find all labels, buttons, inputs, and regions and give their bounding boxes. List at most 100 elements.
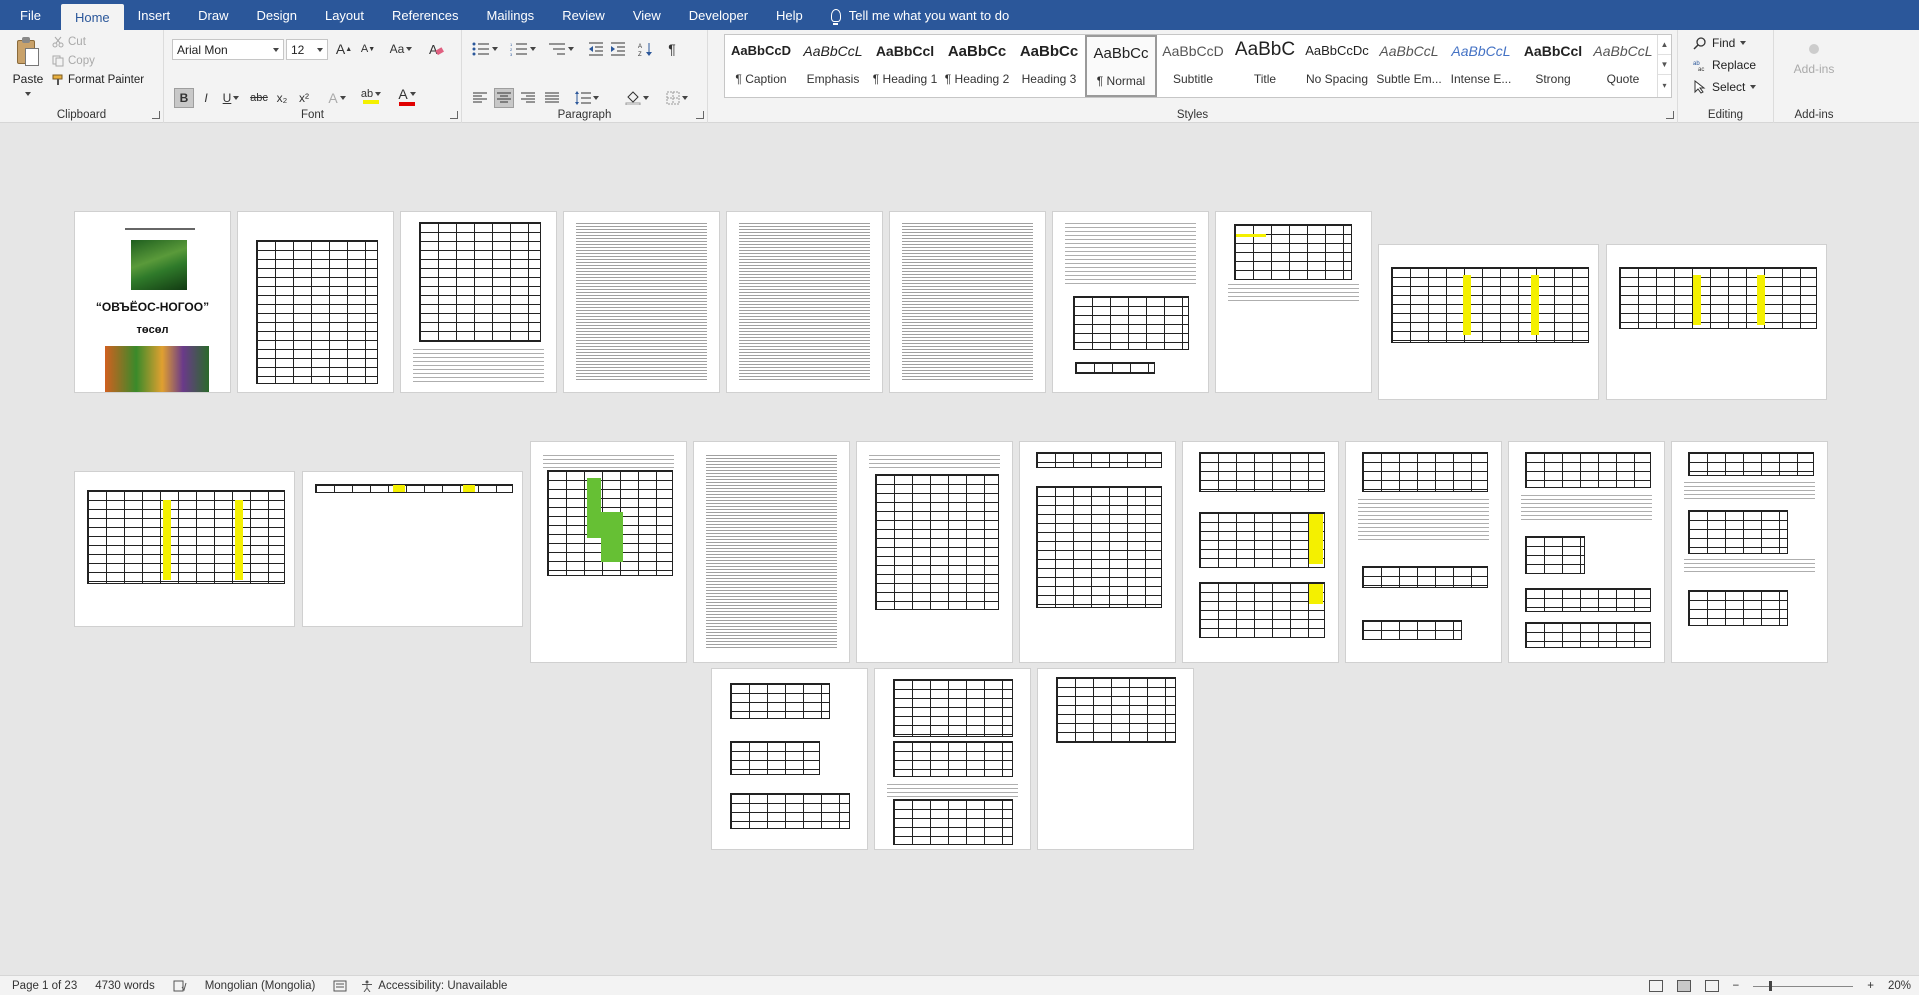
- multilevel-list-button[interactable]: [546, 39, 576, 59]
- language-status[interactable]: Mongolian (Mongolia): [205, 980, 316, 992]
- page-thumbnail[interactable]: [74, 471, 295, 627]
- dialog-launcher-icon[interactable]: [1666, 111, 1674, 119]
- page-thumbnail[interactable]: [1508, 441, 1665, 663]
- tab-insert[interactable]: Insert: [124, 0, 185, 30]
- style-no-spacing[interactable]: AaBbCcDc No Spacing: [1301, 35, 1373, 97]
- shrink-font-button[interactable]: A ▼: [358, 39, 378, 59]
- zoom-in-icon[interactable]: +: [1867, 980, 1874, 992]
- zoom-slider-thumb[interactable]: [1769, 980, 1773, 991]
- read-mode-icon[interactable]: [1648, 980, 1663, 992]
- page-thumbnail[interactable]: [711, 668, 868, 850]
- italic-button[interactable]: I: [196, 88, 216, 108]
- page-thumbnail[interactable]: [302, 471, 523, 627]
- style-intense-emphasis[interactable]: AaBbCcL Intense E...: [1445, 35, 1517, 97]
- more-styles-icon[interactable]: ▾: [1658, 75, 1671, 95]
- style-emphasis[interactable]: AaBbCcL Emphasis: [797, 35, 869, 97]
- decrease-indent-button[interactable]: [586, 39, 606, 59]
- style-subtitle[interactable]: AaBbCcD Subtitle: [1157, 35, 1229, 97]
- style-caption[interactable]: AaBbCcD ¶ Caption: [725, 35, 797, 97]
- page-thumbnail[interactable]: [1671, 441, 1828, 663]
- page-thumbnail[interactable]: [563, 211, 720, 393]
- tab-design[interactable]: Design: [243, 0, 311, 30]
- page-thumbnail[interactable]: [1345, 441, 1502, 663]
- cut-button[interactable]: Cut: [52, 36, 86, 48]
- page-thumbnail[interactable]: [1019, 441, 1176, 663]
- align-right-button[interactable]: [518, 88, 538, 108]
- tab-home[interactable]: Home: [60, 4, 124, 30]
- tab-references[interactable]: References: [378, 0, 472, 30]
- style-strong[interactable]: AaBbCcl Strong: [1517, 35, 1589, 97]
- style-quote[interactable]: AaBbCcL Quote: [1589, 35, 1657, 97]
- clear-formatting-button[interactable]: A: [426, 39, 446, 59]
- page-thumbnail[interactable]: [1378, 244, 1599, 400]
- dialog-launcher-icon[interactable]: [450, 111, 458, 119]
- find-button[interactable]: Find: [1693, 36, 1747, 50]
- grow-font-button[interactable]: A ▲: [334, 39, 354, 59]
- page-thumbnail[interactable]: [400, 211, 557, 393]
- print-layout-icon[interactable]: [1676, 980, 1691, 992]
- numbering-button[interactable]: 123: [508, 39, 538, 59]
- select-button[interactable]: Select: [1693, 80, 1757, 94]
- line-spacing-button[interactable]: [572, 88, 602, 108]
- borders-button[interactable]: [662, 88, 692, 108]
- zoom-slider[interactable]: [1753, 980, 1854, 991]
- word-count[interactable]: 4730 words: [95, 980, 154, 992]
- scroll-up-icon[interactable]: ▲: [1658, 35, 1671, 55]
- tab-layout[interactable]: Layout: [311, 0, 378, 30]
- change-case-button[interactable]: Aa: [386, 39, 416, 59]
- page-thumbnail[interactable]: [874, 668, 1031, 850]
- tab-help[interactable]: Help: [762, 0, 817, 30]
- zoom-out-icon[interactable]: −: [1733, 980, 1740, 992]
- page-thumbnail[interactable]: [889, 211, 1046, 393]
- tab-review[interactable]: Review: [548, 0, 619, 30]
- page-thumbnail[interactable]: [1052, 211, 1209, 393]
- addins-button[interactable]: Add-ins: [1784, 44, 1844, 76]
- page-thumbnail[interactable]: [1182, 441, 1339, 663]
- style-subtle-emphasis[interactable]: AaBbCcL Subtle Em...: [1373, 35, 1445, 97]
- bullets-button[interactable]: [470, 39, 500, 59]
- font-name-combo[interactable]: Arial Mon: [172, 39, 284, 60]
- text-effects-button[interactable]: A: [324, 88, 350, 108]
- dialog-launcher-icon[interactable]: [152, 111, 160, 119]
- page-thumbnail[interactable]: [237, 211, 394, 393]
- page-thumbnail[interactable]: [1037, 668, 1194, 850]
- paste-button[interactable]: Paste: [10, 36, 46, 100]
- tell-me-box[interactable]: Tell me what you want to do: [830, 0, 1009, 30]
- page-thumbnail[interactable]: [530, 441, 687, 663]
- strikethrough-button[interactable]: abc: [248, 88, 270, 108]
- accessibility-status[interactable]: Accessibility: Unavailable: [361, 980, 507, 992]
- tab-developer[interactable]: Developer: [675, 0, 762, 30]
- increase-indent-button[interactable]: [608, 39, 628, 59]
- show-formatting-marks-button[interactable]: ¶: [662, 39, 682, 59]
- dialog-launcher-icon[interactable]: [696, 111, 704, 119]
- style-title[interactable]: AaBbC Title: [1229, 35, 1301, 97]
- page-thumbnail[interactable]: [1215, 211, 1372, 393]
- chevron-down-icon[interactable]: [25, 91, 31, 96]
- page-thumbnail[interactable]: “ОВЪЁОС-НОГОО” төсөл: [74, 211, 231, 393]
- replace-button[interactable]: ab ac Replace: [1693, 58, 1756, 72]
- zoom-level[interactable]: 20%: [1888, 980, 1911, 992]
- tab-file[interactable]: File: [0, 0, 61, 30]
- gallery-scroll[interactable]: ▲ ▼ ▾: [1657, 35, 1671, 97]
- style-heading-2[interactable]: AaBbCc ¶ Heading 2: [941, 35, 1013, 97]
- sort-button[interactable]: AZ: [636, 39, 656, 59]
- align-left-button[interactable]: [470, 88, 490, 108]
- style-normal[interactable]: AaBbCc ¶ Normal: [1085, 35, 1157, 97]
- shading-button[interactable]: [622, 88, 652, 108]
- scroll-down-icon[interactable]: ▼: [1658, 55, 1671, 75]
- page-thumbnail[interactable]: [693, 441, 850, 663]
- style-heading-1[interactable]: AaBbCcl ¶ Heading 1: [869, 35, 941, 97]
- page-thumbnail[interactable]: [856, 441, 1013, 663]
- subscript-button[interactable]: x₂: [272, 88, 292, 108]
- tab-mailings[interactable]: Mailings: [473, 0, 549, 30]
- justify-button[interactable]: [542, 88, 562, 108]
- tab-draw[interactable]: Draw: [184, 0, 242, 30]
- superscript-button[interactable]: x²: [294, 88, 314, 108]
- page-count[interactable]: Page 1 of 23: [12, 980, 77, 992]
- web-layout-icon[interactable]: [1704, 980, 1719, 992]
- page-thumbnail[interactable]: [726, 211, 883, 393]
- bold-button[interactable]: B: [174, 88, 194, 108]
- proofing-icon[interactable]: [173, 980, 187, 992]
- font-size-combo[interactable]: 12: [286, 39, 328, 60]
- underline-button[interactable]: U: [218, 88, 244, 108]
